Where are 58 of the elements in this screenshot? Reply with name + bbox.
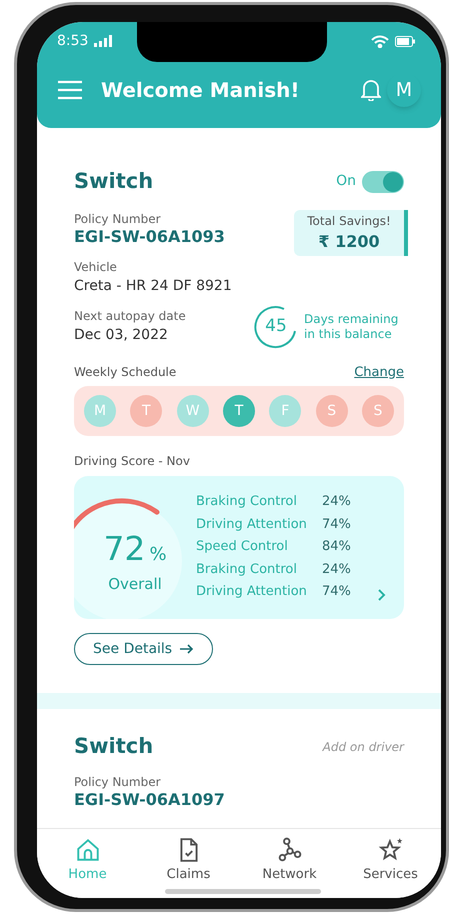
day-chip[interactable]: T <box>130 395 162 427</box>
status-time: 8:53 <box>57 32 88 50</box>
field-label: Policy Number <box>74 210 162 228</box>
welcome-title: Welcome Manish! <box>101 77 300 104</box>
wifi-icon <box>371 34 389 48</box>
nav-tab[interactable]: Claims <box>148 837 228 884</box>
network-icon <box>276 837 302 863</box>
policy-number: EGI-SW-06A1097 <box>74 790 226 808</box>
card-tag: Add on driver <box>322 738 404 756</box>
score-label: Driving Score - Nov <box>74 453 191 470</box>
toggle-label: On <box>336 172 356 192</box>
nav-tab[interactable]: Home <box>48 837 128 884</box>
home-icon <box>74 837 100 863</box>
day-chip[interactable]: S <box>316 395 348 427</box>
metric-name: Speed Control <box>196 538 289 556</box>
metric-name: Driving Attention <box>196 583 308 602</box>
vehicle-value: Creta - HR 24 DF 8921 <box>74 276 233 296</box>
metric-value: 24% <box>322 493 351 512</box>
metric-value: 24% <box>322 560 351 579</box>
days-counter: 45 <box>254 304 298 348</box>
metric-name: Driving Attention <box>196 516 308 534</box>
arrow-right-icon <box>180 644 194 654</box>
battery-icon <box>395 36 415 46</box>
field-label: Next autopay date <box>74 308 186 325</box>
day-chip[interactable]: S <box>362 395 394 427</box>
card-title: Switch <box>74 168 154 195</box>
avatar[interactable]: M <box>387 73 421 107</box>
field-label: Vehicle <box>74 258 118 276</box>
policy-number: EGI-SW-06A1093 <box>74 228 225 246</box>
see-details-button[interactable]: See Details <box>74 633 214 665</box>
chevron-right-icon[interactable] <box>378 589 386 601</box>
day-chip[interactable]: F <box>269 395 302 427</box>
nav-tab[interactable]: Network <box>250 837 330 884</box>
score-value: 72 <box>103 528 146 570</box>
signal-icon <box>94 35 112 47</box>
autopay-date: Dec 03, 2022 <box>74 326 169 345</box>
menu-icon[interactable] <box>57 80 83 100</box>
day-chip[interactable]: T <box>222 395 255 427</box>
score-caption: Overall <box>108 574 162 595</box>
nav-tab[interactable]: Services <box>350 837 430 884</box>
day-chip[interactable]: W <box>176 395 209 427</box>
metric-value: 74% <box>322 583 351 602</box>
savings-label: Total Savings! <box>307 212 391 230</box>
metric-name: Braking Control <box>196 560 298 579</box>
field-label: Policy Number <box>74 774 162 790</box>
score-unit: % <box>149 542 167 566</box>
star-icon <box>378 837 404 863</box>
days-caption: Days remaining in this balance <box>304 312 400 342</box>
change-link[interactable]: Change <box>354 362 404 382</box>
metric-name: Braking Control <box>196 493 298 512</box>
bell-icon[interactable] <box>361 79 381 101</box>
savings-amount: ₹ 1200 <box>318 230 380 252</box>
metric-value: 84% <box>322 538 351 556</box>
schedule-label: Weekly Schedule <box>74 364 176 382</box>
day-chip[interactable]: M <box>84 395 116 427</box>
metric-value: 74% <box>322 516 351 534</box>
toggle-switch[interactable] <box>362 170 404 193</box>
card-title: Switch <box>74 733 154 760</box>
